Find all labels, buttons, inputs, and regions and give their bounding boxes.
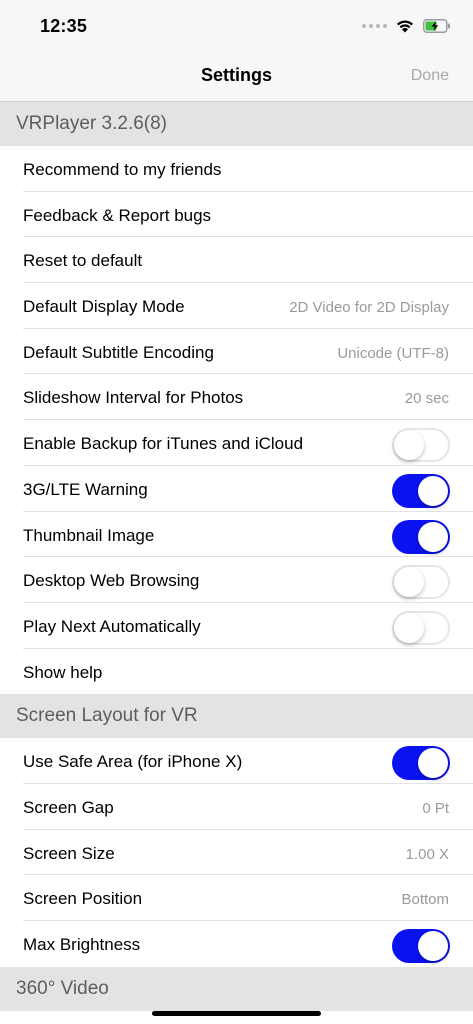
settings-row[interactable]: Screen Size 1.00 X [0, 829, 473, 876]
toggle-switch[interactable] [392, 746, 450, 781]
settings-row-label: Default Subtitle Encoding [23, 342, 214, 362]
settings-row-value: Unicode (UTF-8) [337, 344, 449, 362]
settings-row-label: Default Display Mode [23, 297, 185, 317]
toggle-knob [418, 521, 448, 552]
section-header-label: 360° Video [16, 977, 109, 999]
toggle-knob [418, 475, 448, 506]
settings-row-label: Screen Size [23, 843, 115, 863]
settings-row[interactable]: Feedback & Report bugs [0, 191, 473, 238]
settings-row-label: Screen Gap [23, 797, 114, 817]
settings-row-label: Enable Backup for iTunes and iCloud [23, 434, 304, 454]
settings-row-label: Max Brightness [23, 935, 141, 954]
settings-row: Thumbnail Image [0, 511, 473, 558]
settings-row[interactable]: Default Display Mode 2D Video for 2D Disp… [0, 283, 473, 329]
settings-row-value: Bottom [401, 891, 449, 909]
toggle-switch[interactable] [392, 565, 450, 600]
settings-row[interactable]: Slideshow Interval for Photos 20 sec [0, 374, 473, 421]
status-time: 12:35 [40, 16, 88, 36]
section-header-label: Screen Layout for VR [16, 705, 198, 727]
settings-row-value: 1.00 X [405, 845, 449, 863]
settings-row[interactable]: Default Subtitle Encoding Unicode (UTF-8) [0, 328, 473, 375]
settings-row-label: Recommend to my friends [23, 160, 222, 179]
settings-row-label: Reset to default [23, 251, 143, 271]
status-bar: 12:35 [0, 0, 473, 50]
toggle-switch[interactable] [392, 473, 450, 508]
section-header-label: VRPlayer 3.2.6(8) [16, 113, 168, 134]
settings-row-label: Play Next Automatically [23, 616, 201, 636]
settings-row: Use Safe Area (for iPhone X) [0, 738, 473, 784]
settings-row-label: Screen Position [23, 889, 143, 909]
signal-dots-icon [362, 24, 387, 28]
toggle-switch[interactable] [392, 519, 450, 554]
battery-charging-icon [423, 19, 450, 33]
settings-row: 3G/LTE Warning [0, 465, 473, 512]
section-header: VRPlayer 3.2.6(8) [0, 102, 473, 146]
settings-row-label: Use Safe Area (for iPhone X) [23, 752, 243, 772]
toggle-switch[interactable] [392, 428, 450, 463]
toggle-switch[interactable] [392, 929, 450, 963]
page-title: Settings [200, 65, 272, 85]
toggle-knob [418, 931, 448, 961]
section-header: Screen Layout for VR [0, 694, 473, 739]
wifi-icon [397, 20, 413, 33]
settings-row[interactable]: Show help [0, 648, 473, 695]
nav-bar: Settings Done [0, 50, 473, 102]
settings-row: Play Next Automatically [0, 602, 473, 649]
settings-row-label: 3G/LTE Warning [23, 479, 148, 499]
status-icons [362, 16, 451, 36]
settings-row: Desktop Web Browsing [0, 557, 473, 603]
toggle-knob [394, 612, 424, 643]
settings-row[interactable]: Screen Gap 0 Pt [0, 783, 473, 830]
toggle-knob [394, 567, 424, 598]
toggle-knob [418, 748, 448, 779]
settings-row[interactable]: Screen Position Bottom [0, 875, 473, 921]
settings-row-label: Desktop Web Browsing [23, 571, 200, 591]
section-header: 360° Video [0, 966, 473, 1011]
settings-row-label: Slideshow Interval for Photos [23, 388, 244, 408]
settings-row-value: 0 Pt [422, 799, 449, 817]
settings-row-label: Thumbnail Image [23, 525, 155, 545]
settings-row-value: 2D Video for 2D Display [289, 299, 449, 317]
toggle-knob [394, 430, 424, 461]
settings-row: Enable Backup for iTunes and iCloud [0, 420, 473, 466]
settings-row[interactable]: Reset to default [0, 237, 473, 284]
toggle-switch[interactable] [392, 610, 450, 645]
done-button[interactable]: Done [411, 67, 449, 85]
settings-row-label: Feedback & Report bugs [23, 205, 212, 225]
settings-row: Max Brightness [0, 921, 473, 967]
home-indicator [152, 1011, 321, 1016]
settings-list: VRPlayer 3.2.6(8) Recommend to my friends… [0, 102, 473, 1011]
settings-row-value: 20 sec [404, 390, 449, 408]
settings-row[interactable]: Recommend to my friends [0, 146, 473, 192]
settings-row-label: Show help [23, 662, 103, 682]
